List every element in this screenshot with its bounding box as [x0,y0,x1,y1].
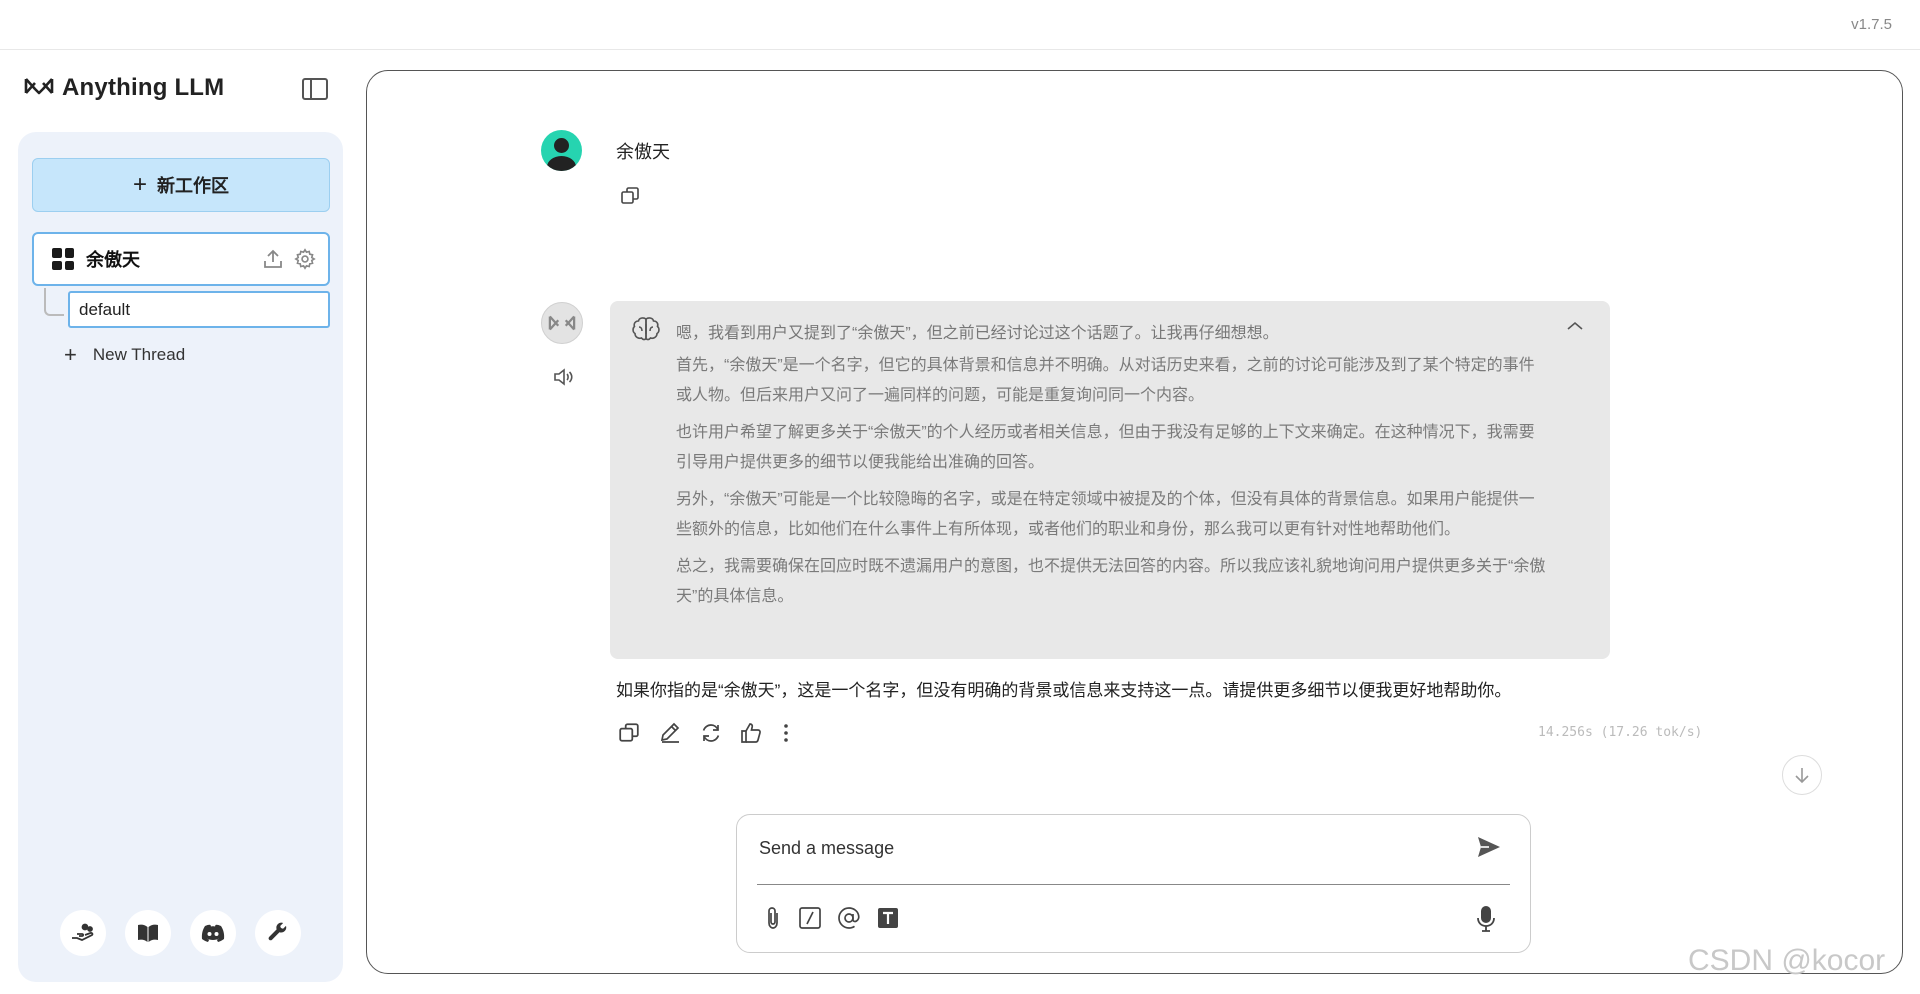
arrow-down-icon [1795,768,1809,784]
chevron-up-icon[interactable] [1566,319,1584,337]
assistant-answer: 如果你指的是“余傲天”，这是一个名字，但没有明确的背景或信息来支持这一点。请提供… [616,681,1512,700]
edit-pencil-icon[interactable] [658,722,682,744]
sidebar: + 新工作区 余傲天 default + New Thread [18,132,343,982]
message-input[interactable] [759,833,1459,863]
watermark: CSDN @kocor [1688,944,1886,977]
new-thread-label: New Thread [92,345,186,364]
send-icon[interactable] [1476,835,1502,864]
workspace-item[interactable]: 余傲天 [32,232,330,286]
regenerate-icon[interactable] [700,722,722,744]
thumbs-up-icon[interactable] [740,722,762,744]
discord-icon[interactable] [190,910,236,956]
new-workspace-label: 新工作区 [157,176,229,196]
sidebar-toggle-icon[interactable] [302,78,328,100]
version-label: v1.7.5 [1851,16,1892,33]
sidebar-footer [60,910,301,956]
composer-divider [757,884,1510,885]
copy-icon[interactable] [618,722,640,744]
community-hub-icon[interactable] [60,910,106,956]
gear-icon[interactable] [294,248,316,275]
new-thread-button[interactable]: + New Thread [64,344,185,366]
brand-logo[interactable]: Anything LLM [24,74,224,102]
more-vertical-icon[interactable] [780,722,792,744]
user-message: 余傲天 [616,142,670,162]
thread-label: default [79,299,131,319]
scroll-to-bottom-button[interactable] [1782,755,1822,795]
message-actions [618,722,792,744]
thread-connector [44,288,64,316]
plus-icon: + [64,342,77,367]
top-bar: v1.7.5 [0,0,1920,50]
microphone-icon[interactable] [1476,905,1496,938]
reasoning-body: 首先，“余傲天”是一个名字，但它的具体背景和信息并不明确。从对话历史来看，之前的… [676,351,1546,619]
composer-toolbar [763,905,900,936]
workspace-grid-icon [52,248,74,270]
assistant-avatar [541,302,583,344]
workspace-name: 余傲天 [86,250,140,270]
at-mention-icon[interactable] [837,906,861,935]
reasoning-paragraph: 也许用户希望了解更多关于“余傲天”的个人经历或者相关信息，但由于我没有足够的上下… [676,424,1535,471]
plus-icon: + [132,171,147,198]
reasoning-paragraph: 另外，“余傲天”可能是一个比较隐晦的名字，或是在特定领域中被提及的个体，但没有具… [676,491,1535,538]
message-composer [736,814,1531,953]
user-avatar [541,130,582,171]
speaker-icon[interactable] [552,367,574,392]
reasoning-block: 嗯，我看到用户又提到了“余傲天”，但之前已经讨论过这个话题了。让我再仔细想想。 … [610,301,1610,659]
docs-book-icon[interactable] [125,910,171,956]
text-format-icon[interactable] [876,906,900,935]
reasoning-summary: 嗯，我看到用户又提到了“余傲天”，但之前已经讨论过这个话题了。让我再仔细想想。 [676,325,1279,342]
thread-item-default[interactable]: default [68,291,330,328]
upload-icon[interactable] [262,248,284,275]
brand-name: Anything LLM [62,74,225,101]
settings-wrench-icon[interactable] [255,910,301,956]
reasoning-paragraph: 总之，我需要确保在回应时既不遗漏用户的意图，也不提供无法回答的内容。所以我应该礼… [676,558,1546,605]
generation-timing: 14.256s (17.26 tok/s) [1538,725,1703,740]
brain-icon [631,316,661,347]
new-workspace-button[interactable]: + 新工作区 [32,158,330,212]
copy-icon[interactable] [620,186,640,211]
slash-command-icon[interactable] [798,906,822,935]
paperclip-icon[interactable] [763,905,783,936]
anythingllm-logo-icon [24,76,54,101]
reasoning-paragraph: 首先，“余傲天”是一个名字，但它的具体背景和信息并不明确。从对话历史来看，之前的… [676,357,1535,404]
